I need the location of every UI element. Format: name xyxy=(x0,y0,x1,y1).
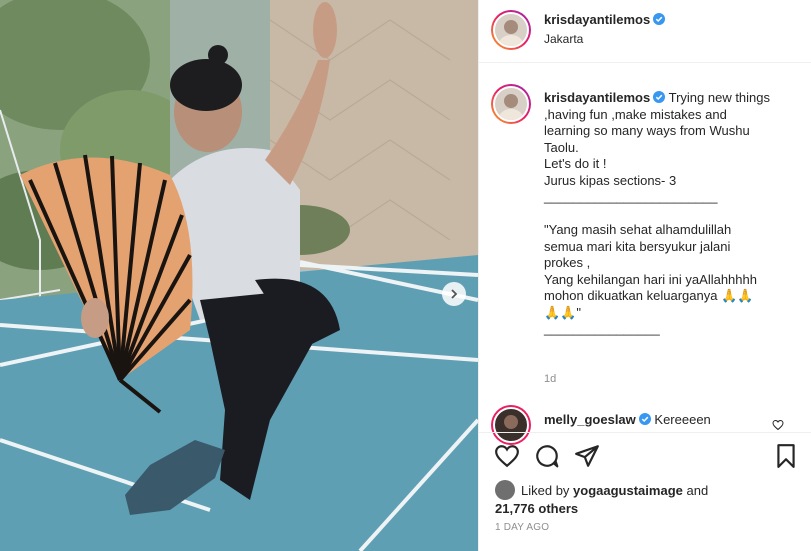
caption-line: Trying new things xyxy=(668,90,771,105)
comment-text: Kereeeen xyxy=(654,412,711,427)
verified-badge-icon xyxy=(653,91,666,103)
caption-line: learning so many ways from Wushu xyxy=(544,123,750,138)
comment: melly_goeslaw Kereeeen xyxy=(544,412,711,427)
post-photo xyxy=(0,0,478,551)
comment-like-heart-icon[interactable] xyxy=(772,419,784,431)
post-caption: krisdayantilemos Trying new things ,havi… xyxy=(544,90,789,338)
avatar[interactable] xyxy=(491,10,531,50)
caption-line: ________________________ xyxy=(544,189,718,204)
post-side-panel: krisdayantilemos Jakarta krisdayantilemo… xyxy=(478,0,811,551)
verified-badge-icon xyxy=(653,13,666,25)
likes-summary: Liked by yogaagustaimage and 21,776 othe… xyxy=(495,480,708,518)
caption-line: semua mari kita bersyukur jalani xyxy=(544,238,731,254)
likes-count[interactable]: 21,776 others xyxy=(495,501,578,516)
username[interactable]: krisdayantilemos xyxy=(544,12,650,27)
comment-username[interactable]: melly_goeslaw xyxy=(544,412,636,427)
next-media-button[interactable] xyxy=(442,282,466,306)
caption-line: mohon dikuatkan keluarganya 🙏🙏 xyxy=(544,288,754,303)
liker-username[interactable]: yogaagustaimage xyxy=(573,483,683,498)
location-link[interactable]: Jakarta xyxy=(544,32,583,46)
liker-avatar[interactable] xyxy=(495,480,515,500)
post-header: krisdayantilemos Jakarta xyxy=(479,0,811,63)
caption-avatar[interactable] xyxy=(491,84,531,124)
caption-line: 🙏🙏" xyxy=(544,304,581,320)
post-actions xyxy=(479,432,811,472)
likes-and: and xyxy=(686,483,709,498)
caption-line: Taolu. xyxy=(544,139,579,155)
caption-timestamp[interactable]: 1d xyxy=(544,373,556,385)
header-user: krisdayantilemos xyxy=(544,12,666,27)
paper-plane-icon[interactable] xyxy=(574,443,600,469)
caption-line xyxy=(544,206,789,223)
bookmark-icon[interactable] xyxy=(773,443,799,469)
instagram-post-modal: krisdayantilemos Jakarta krisdayantilemo… xyxy=(0,0,811,551)
heart-icon[interactable] xyxy=(494,443,520,469)
caption-line: Let's do it ! xyxy=(544,156,607,171)
post-timestamp[interactable]: 1 DAY AGO xyxy=(495,522,549,533)
likes-prefix: Liked by xyxy=(521,483,570,498)
verified-badge-icon xyxy=(638,413,651,425)
caption-line: ,having fun ,make mistakes and xyxy=(544,106,727,122)
caption-line: Yang kehilangan hari ini yaAllahhhhh xyxy=(544,271,757,287)
caption-line: "Yang masih sehat alhamdulillah xyxy=(544,222,732,237)
caption-line: ________________ xyxy=(544,321,660,336)
caption-username[interactable]: krisdayantilemos xyxy=(544,90,650,105)
post-media[interactable] xyxy=(0,0,478,551)
comment-bubble-icon[interactable] xyxy=(534,443,560,469)
caption-line: prokes , xyxy=(544,255,591,270)
caption-line: Jurus kipas sections- 3 xyxy=(544,172,677,188)
chevron-right-icon xyxy=(451,289,458,299)
